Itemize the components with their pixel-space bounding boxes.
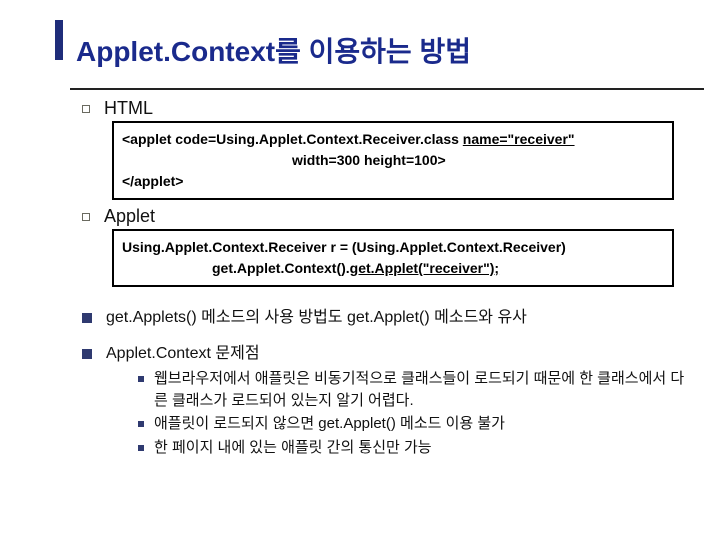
title-rule xyxy=(70,88,704,90)
slide-content: HTML <applet code=Using.Applet.Context.R… xyxy=(70,98,690,459)
point-text: get.Applets() 메소드의 사용 방법도 get.Applet() 메… xyxy=(106,307,527,329)
list-item-text: 한 페이지 내에 있는 애플릿 간의 통신만 가능 xyxy=(154,437,432,459)
bullet-solid-icon xyxy=(82,313,92,323)
html-code-box: <applet code=Using.Applet.Context.Receiv… xyxy=(112,121,674,200)
list-item: 애플릿이 로드되지 않으면 get.Applet() 메소드 이용 불가 xyxy=(138,413,690,435)
point-getapplets: get.Applets() 메소드의 사용 방법도 get.Applet() 메… xyxy=(82,307,690,329)
code-line-wrap: get.Applet.Context().get.Applet("receive… xyxy=(122,258,664,279)
list-item-text: 웹브라우저에서 애플릿은 비동기적으로 클래스들이 로드되기 때문에 한 클래스… xyxy=(154,368,690,412)
code-line: <applet code=Using.Applet.Context.Receiv… xyxy=(122,131,463,147)
point-problems-label: Applet.Context 문제점 xyxy=(106,343,260,365)
title-accent-bar xyxy=(55,20,63,60)
bullet-small-icon xyxy=(138,421,144,427)
bullet-html-icon xyxy=(82,105,90,113)
list-item: 한 페이지 내에 있는 애플릿 간의 통신만 가능 xyxy=(138,437,690,459)
bullet-solid-icon xyxy=(82,349,92,359)
section-html: HTML xyxy=(82,98,690,119)
list-item: 웹브라우저에서 애플릿은 비동기적으로 클래스들이 로드되기 때문에 한 클래스… xyxy=(138,368,690,412)
code-line-underline: get.Applet("receiver"); xyxy=(350,260,499,276)
problems-list: 웹브라우저에서 애플릿은 비동기적으로 클래스들이 로드되기 때문에 한 클래스… xyxy=(138,368,690,459)
section-applet-label: Applet xyxy=(104,206,155,227)
applet-code-box: Using.Applet.Context.Receiver r = (Using… xyxy=(112,229,674,287)
code-line: </applet> xyxy=(122,173,183,189)
slide: Applet.Context를 이용하는 방법 HTML <applet cod… xyxy=(0,0,720,540)
list-item-text: 애플릿이 로드되지 않으면 get.Applet() 메소드 이용 불가 xyxy=(154,413,505,435)
code-line-underline: name="receiver" xyxy=(463,131,575,147)
point-problems: Applet.Context 문제점 xyxy=(82,343,690,365)
code-line: Using.Applet.Context.Receiver r = (Using… xyxy=(122,239,566,255)
bullet-small-icon xyxy=(138,445,144,451)
section-applet: Applet xyxy=(82,206,690,227)
code-line: get.Applet.Context(). xyxy=(212,260,350,276)
section-html-label: HTML xyxy=(104,98,153,119)
bullet-applet-icon xyxy=(82,213,90,221)
code-line: width=300 height=100> xyxy=(122,150,664,171)
bullet-small-icon xyxy=(138,376,144,382)
slide-title: Applet.Context를 이용하는 방법 xyxy=(76,30,690,70)
